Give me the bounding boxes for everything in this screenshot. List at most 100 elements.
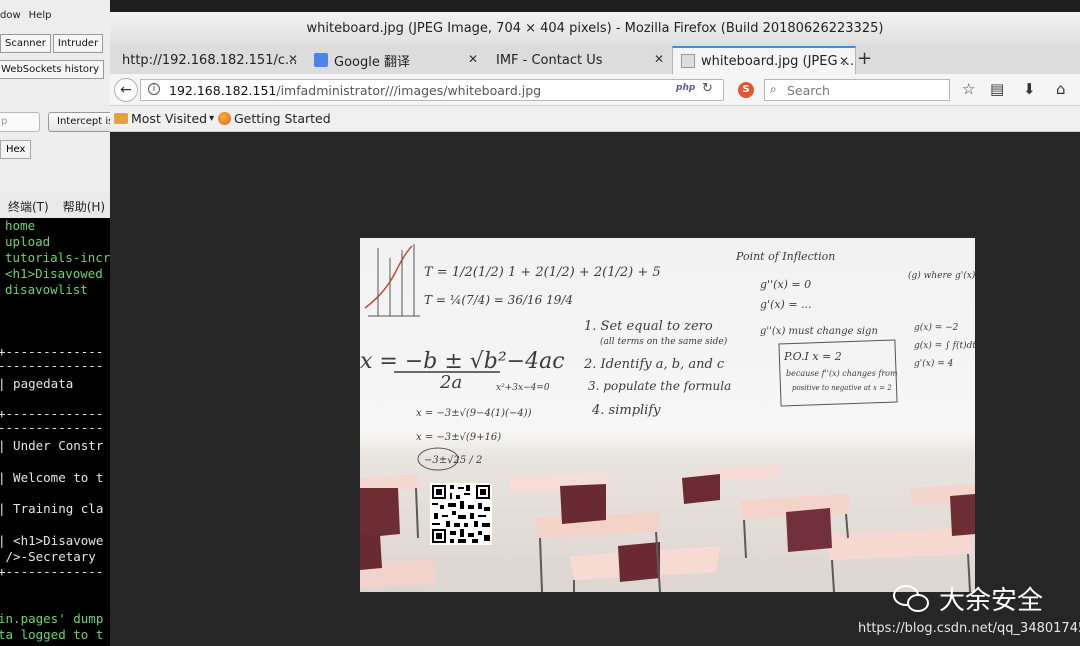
url-host: 192.168.182.151 <box>169 83 277 98</box>
window-title: whiteboard.jpg (JPEG Image, 704 × 404 pi… <box>110 12 1080 44</box>
intercept-button[interactable]: Intercept is <box>48 112 110 132</box>
terminal-line: | <h1>Disavowe <box>0 533 104 548</box>
tab-bar: http://192.168.182.151/c... ✕ Google 翻译 … <box>110 44 1080 74</box>
tab-ip-site[interactable]: http://192.168.182.151/c... ✕ <box>114 46 304 74</box>
terminal-window: 终端(T) 帮助(H) home upload tutorials-incr <h… <box>0 192 110 646</box>
right-column-2: g(x) = −2 <box>914 322 959 333</box>
search-placeholder: Search <box>787 83 830 98</box>
terminal-line: | pagedata <box>0 376 74 391</box>
burp-tab-intruder[interactable]: Intruder <box>52 34 104 53</box>
burp-tab-scanner[interactable]: Scanner <box>0 34 51 53</box>
wechat-icon <box>893 583 933 615</box>
terminal-line: home <box>5 218 36 233</box>
google-translate-icon <box>314 53 328 67</box>
terminal-line: ta logged to t <box>0 627 104 642</box>
reload-icon[interactable]: ↻ <box>702 81 713 96</box>
download-icon[interactable]: ⬇ <box>1023 80 1036 98</box>
wechat-watermark: 大余安全 <box>893 580 1043 617</box>
bookmark-label: Most Visited <box>131 111 208 126</box>
step-1-note: (all terms on the same side) <box>600 336 728 347</box>
burp-menu-window[interactable]: dow <box>0 10 21 21</box>
tab-label: whiteboard.jpg (JPEG ... <box>701 53 855 69</box>
quadratic-denominator: 2a <box>439 372 462 393</box>
library-icon[interactable]: ▤ <box>990 80 1004 98</box>
watermark-brand: 大余安全 <box>939 586 1044 616</box>
right-line-4: P.O.I x = 2 <box>783 350 842 363</box>
terminal-line: in.pages' dump <box>0 611 104 626</box>
burp-window: dow Help Scanner Intruder WebSockets hist… <box>0 0 110 192</box>
terminal-line: | Training cla <box>0 501 104 516</box>
bookmarks-toolbar: Most Visited ▾ Getting Started <box>110 106 1080 132</box>
terminal-line: <h1>Disavowed <box>5 266 103 281</box>
csdn-url-watermark: https://blog.csdn.net/qq_34801745 <box>858 621 1080 636</box>
image-thumbnail-icon <box>681 54 695 68</box>
burp-tab-websockets-history[interactable]: WebSockets history <box>0 60 105 79</box>
bookmark-star-icon[interactable]: ☆ <box>962 80 975 98</box>
right-column-3: g(x) = ∫ f(t)dt <box>914 340 975 351</box>
close-icon[interactable]: ✕ <box>288 52 298 66</box>
info-icon[interactable]: i <box>148 83 160 95</box>
firefox-window: whiteboard.jpg (JPEG Image, 704 × 404 pi… <box>110 12 1080 646</box>
burp-menubar: dow Help <box>0 10 59 21</box>
terminal-line: upload <box>5 234 51 249</box>
url-path: /imfadministrator///images/whiteboard.jp… <box>276 83 542 98</box>
background-windows: dow Help Scanner Intruder WebSockets hist… <box>0 0 110 646</box>
burp-filter-field[interactable]: p <box>0 112 40 132</box>
firefox-icon <box>218 112 231 125</box>
noscript-icon[interactable]: S <box>738 82 754 98</box>
quadratic-formula: x = −b ± √b²−4ac <box>360 349 565 374</box>
home-icon[interactable]: ⌂ <box>1056 80 1066 98</box>
close-icon[interactable]: ✕ <box>839 54 849 68</box>
terminal-line: -------------- <box>0 420 104 435</box>
right-column: (g) where g'(x) <box>908 270 975 281</box>
formula-second: T = ¼(7/4) = 36/16 19/4 <box>424 293 573 307</box>
formula-top: T = 1/2(1/2) 1 + 2(1/2) + 2(1/2) + 5 <box>424 265 661 280</box>
work-line-1: x = −3±√(9−4(1)(−4)) <box>416 408 532 419</box>
work-abc: x²+3x−4=0 <box>496 383 550 393</box>
terminal-menu-help[interactable]: 帮助(H) <box>63 200 105 214</box>
right-column-4: g'(x) = 4 <box>914 358 954 369</box>
terminal-line: +------------- <box>0 564 104 579</box>
step-1: 1. Set equal to zero <box>584 319 713 334</box>
burp-tabs-row1: Scanner Intruder <box>0 34 105 53</box>
tab-label: IMF - Contact Us <box>496 52 603 68</box>
terminal-line: disavowlist <box>5 282 88 297</box>
right-line-5: because f''(x) changes from <box>786 369 898 378</box>
php-badge-icon[interactable]: php <box>676 83 695 93</box>
step-2: 2. Identify a, b, and c <box>583 357 725 372</box>
folder-icon <box>114 113 128 124</box>
right-line-3: g''(x) must change sign <box>760 326 878 337</box>
terminal-line: />-Secretary <box>0 549 96 564</box>
terminal-line: -------------- <box>0 358 104 373</box>
terminal-menu-terminal[interactable]: 终端(T) <box>8 200 49 214</box>
tab-whiteboard[interactable]: whiteboard.jpg (JPEG ... ✕ <box>672 46 856 74</box>
right-line-6: positive to negative at x = 2 <box>792 384 892 392</box>
image-viewport: T = 1/2(1/2) 1 + 2(1/2) + 2(1/2) + 5 T =… <box>110 132 1080 646</box>
right-line-1: g''(x) = 0 <box>760 278 811 291</box>
work-line-2: x = −3±√(9+16) <box>416 432 501 443</box>
terminal-line: | Welcome to t <box>0 470 104 485</box>
bookmark-label: Getting Started <box>234 111 331 126</box>
work-line-3: −3±√25 / 2 <box>424 455 482 466</box>
terminal-line: | Under Constr <box>0 438 104 453</box>
tab-google-translate[interactable]: Google 翻译 ✕ <box>306 46 484 74</box>
burp-menu-help[interactable]: Help <box>29 10 52 21</box>
bookmark-most-visited[interactable]: Most Visited ▾ <box>114 111 214 126</box>
url-bar[interactable]: 192.168.182.151/imfadministrator///image… <box>140 79 724 101</box>
search-input[interactable]: ⌕ Search <box>764 79 950 101</box>
tab-imf-contact[interactable]: IMF - Contact Us ✕ <box>488 46 670 74</box>
tab-label: Google 翻译 <box>334 54 410 70</box>
right-title: Point of Inflection <box>735 250 835 263</box>
qr-code-icon <box>430 483 492 545</box>
step-3: 3. populate the formula <box>588 379 731 393</box>
new-tab-icon[interactable]: + <box>857 48 872 69</box>
close-icon[interactable]: ✕ <box>468 52 478 66</box>
whiteboard-image: T = 1/2(1/2) 1 + 2(1/2) + 2(1/2) + 5 T =… <box>360 238 975 592</box>
burp-tab-hex[interactable]: Hex <box>0 140 32 159</box>
burp-tabs-row2: WebSockets history <box>0 60 106 79</box>
bookmark-getting-started[interactable]: Getting Started <box>218 111 331 126</box>
close-icon[interactable]: ✕ <box>654 52 664 66</box>
back-arrow-icon[interactable]: ← <box>114 78 138 102</box>
navigation-bar: ← 192.168.182.151/imfadministrator///ima… <box>110 74 1080 106</box>
right-line-2: g'(x) = ... <box>760 298 812 311</box>
